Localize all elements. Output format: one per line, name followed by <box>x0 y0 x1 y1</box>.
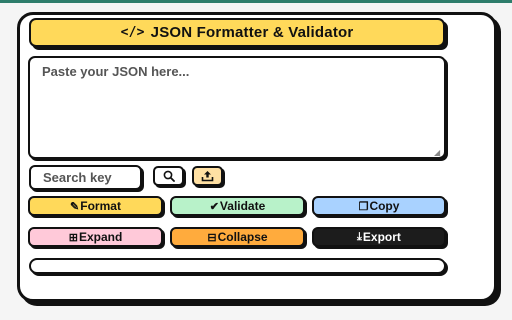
copy-icon: ❐ <box>358 200 369 213</box>
plus-square-icon: ⊞ <box>68 231 78 244</box>
collapse-button[interactable]: ⊟ Collapse <box>170 227 305 247</box>
output-status-bar <box>29 258 446 274</box>
resize-grip-icon[interactable]: ◢ <box>434 149 442 157</box>
format-button-label: Format <box>80 199 121 213</box>
export-button-label: Export <box>362 230 401 244</box>
download-icon: ⤓ <box>357 230 362 243</box>
collapse-button-label: Collapse <box>217 230 268 244</box>
copy-button[interactable]: ❐ Copy <box>312 196 446 216</box>
export-button[interactable]: ⤓ Export <box>312 227 446 247</box>
search-button[interactable] <box>153 166 184 186</box>
app-title: JSON Formatter & Validator <box>150 24 354 41</box>
search-key-input[interactable] <box>29 165 142 190</box>
json-input[interactable] <box>28 56 446 159</box>
validate-button-label: Validate <box>219 199 266 213</box>
check-circle-icon: ✔ <box>209 200 219 213</box>
code-icon: </> <box>120 25 145 40</box>
pencil-icon: ✎ <box>70 200 80 213</box>
window-top-strip <box>0 0 512 3</box>
upload-button[interactable] <box>192 166 223 186</box>
search-icon <box>163 170 175 182</box>
expand-button-label: Expand <box>78 230 123 244</box>
minus-square-icon: ⊟ <box>207 231 217 244</box>
app-title-bar: </> JSON Formatter & Validator <box>29 18 445 47</box>
format-button[interactable]: ✎ Format <box>28 196 163 216</box>
copy-button-label: Copy <box>369 199 400 213</box>
expand-button[interactable]: ⊞ Expand <box>28 227 163 247</box>
validate-button[interactable]: ✔ Validate <box>170 196 305 216</box>
upload-icon <box>201 171 214 182</box>
